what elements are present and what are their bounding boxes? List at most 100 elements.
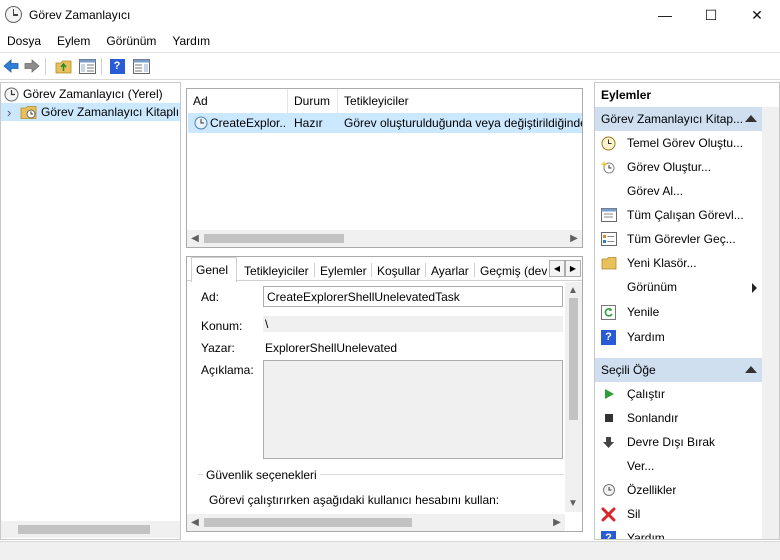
details-tab-strip: Genel Tetikleyiciler Eylemler Koşullar A… bbox=[187, 257, 582, 282]
tree-item-task-scheduler-local[interactable]: Görev Zamanlayıcı (Yerel) bbox=[1, 85, 180, 103]
title-bar: Görev Zamanlayıcı — ☐ ✕ bbox=[0, 0, 780, 30]
action-disable[interactable]: Devre Dışı Bırak bbox=[595, 430, 763, 454]
help-icon[interactable]: ? bbox=[108, 57, 126, 75]
menu-gorunum[interactable]: Görünüm bbox=[98, 34, 164, 48]
scroll-right-arrow-icon[interactable]: ▶ bbox=[550, 515, 564, 530]
name-label: Ad: bbox=[201, 290, 220, 304]
help-glyph: ? bbox=[109, 58, 125, 74]
scrollbar-thumb[interactable] bbox=[18, 525, 150, 534]
tab-general[interactable]: Genel bbox=[191, 257, 237, 282]
menu-bar: Dosya Eylem Görünüm Yardım bbox=[0, 31, 780, 51]
tree-horizontal-scrollbar[interactable] bbox=[1, 521, 180, 538]
status-bar bbox=[0, 541, 780, 560]
task-details-pane: Genel Tetikleyiciler Eylemler Koşullar A… bbox=[186, 256, 583, 532]
menu-eylem[interactable]: Eylem bbox=[49, 34, 98, 48]
table-row[interactable]: CreateExplor... Hazır Görev oluşturulduğ… bbox=[188, 113, 582, 133]
location-label: Konum: bbox=[201, 319, 243, 333]
submenu-arrow-icon bbox=[752, 283, 757, 293]
actions-pane: Eylemler Görev Zamanlayıcı Kitap... Teme… bbox=[594, 82, 780, 540]
actions-section-library[interactable]: Görev Zamanlayıcı Kitap... bbox=[595, 107, 763, 131]
column-header-status[interactable]: Durum bbox=[288, 89, 338, 113]
tab-conditions[interactable]: Koşullar bbox=[373, 260, 424, 281]
actions-vertical-scrollbar[interactable] bbox=[762, 107, 779, 539]
author-label: Yazar: bbox=[201, 341, 235, 355]
back-icon[interactable] bbox=[2, 57, 20, 75]
action-export[interactable]: Ver... bbox=[595, 454, 763, 478]
location-field-background bbox=[263, 316, 563, 332]
action-display-running-tasks[interactable]: Tüm Çalışan Görevl... bbox=[595, 203, 763, 227]
scroll-down-arrow-icon[interactable]: ▼ bbox=[566, 496, 580, 511]
tab-history[interactable]: Geçmiş (devr bbox=[476, 260, 547, 281]
details-horizontal-scrollbar[interactable]: ◀ ▶ bbox=[187, 514, 565, 531]
tab-scroll-left-icon[interactable]: ◀ bbox=[549, 260, 565, 277]
end-icon bbox=[600, 410, 617, 427]
new-folder-icon bbox=[600, 255, 617, 272]
action-create-basic-task[interactable]: Temel Görev Oluştu... bbox=[595, 131, 763, 155]
create-task-icon bbox=[600, 159, 617, 176]
scroll-up-arrow-icon[interactable]: ▲ bbox=[566, 283, 580, 298]
action-help[interactable]: ? Yardım bbox=[595, 325, 763, 349]
properties-icon bbox=[600, 482, 617, 499]
up-folder-icon[interactable] bbox=[54, 57, 72, 75]
task-scheduler-clock-icon bbox=[5, 6, 22, 23]
show-hide-action-pane-icon[interactable] bbox=[132, 57, 150, 75]
scrollbar-thumb[interactable] bbox=[569, 298, 578, 420]
column-header-triggers[interactable]: Tetikleyiciler bbox=[338, 89, 582, 113]
task-history-icon bbox=[600, 231, 617, 248]
scroll-right-arrow-icon[interactable]: ▶ bbox=[567, 231, 581, 246]
collapse-arrow-icon[interactable] bbox=[745, 366, 757, 373]
scroll-left-arrow-icon[interactable]: ◀ bbox=[188, 515, 202, 530]
actions-pane-title: Eylemler bbox=[601, 88, 652, 102]
section-title: Seçili Öğe bbox=[601, 363, 656, 377]
tree-item-task-scheduler-library[interactable]: › Görev Zamanlayıcı Kitaplı bbox=[1, 103, 180, 121]
maximize-button[interactable]: ☐ bbox=[688, 0, 734, 30]
expand-chevron-icon[interactable]: › bbox=[7, 105, 17, 120]
scrollbar-thumb[interactable] bbox=[204, 518, 412, 527]
actions-section-selected-item[interactable]: Seçili Öğe bbox=[595, 358, 763, 382]
scroll-left-arrow-icon[interactable]: ◀ bbox=[188, 231, 202, 246]
action-create-task[interactable]: Görev Oluştur... bbox=[595, 155, 763, 179]
task-triggers-cell: Görev oluşturulduğunda veya değiştirildi… bbox=[344, 116, 582, 130]
description-label: Açıklama: bbox=[201, 363, 254, 377]
minimize-button[interactable]: — bbox=[642, 0, 688, 30]
action-properties[interactable]: Özellikler bbox=[595, 478, 763, 502]
tab-settings[interactable]: Ayarlar bbox=[427, 260, 473, 281]
help-icon: ? bbox=[600, 329, 617, 346]
location-value: \ bbox=[265, 317, 269, 331]
action-run[interactable]: Çalıştır bbox=[595, 382, 763, 406]
action-import-task[interactable]: Görev Al... bbox=[595, 179, 763, 203]
task-name-cell: CreateExplor... bbox=[210, 116, 286, 130]
task-status-cell: Hazır bbox=[294, 116, 323, 130]
run-as-text: Görevi çalıştırırken aşağıdaki kullanıcı… bbox=[209, 493, 500, 507]
action-new-folder[interactable]: Yeni Klasör... bbox=[595, 251, 763, 275]
scrollbar-thumb[interactable] bbox=[204, 234, 344, 243]
clock-icon bbox=[4, 87, 19, 101]
action-help-selected[interactable]: ? Yardım bbox=[595, 526, 763, 539]
security-options-label: Güvenlik seçenekleri bbox=[203, 468, 320, 482]
tab-scroll-right-icon[interactable]: ▶ bbox=[565, 260, 581, 277]
menu-yardim[interactable]: Yardım bbox=[164, 34, 218, 48]
window-title: Görev Zamanlayıcı bbox=[29, 8, 131, 22]
close-button[interactable]: ✕ bbox=[734, 0, 780, 30]
console-tree: Görev Zamanlayıcı (Yerel) › Görev Zamanl… bbox=[0, 82, 181, 540]
tab-actions[interactable]: Eylemler bbox=[316, 260, 371, 281]
run-icon bbox=[600, 386, 617, 403]
forward-icon[interactable] bbox=[23, 57, 41, 75]
collapse-arrow-icon[interactable] bbox=[745, 115, 757, 122]
action-end[interactable]: Sonlandır bbox=[595, 406, 763, 430]
task-list: Ad Durum Tetikleyiciler CreateExplor... … bbox=[186, 88, 583, 248]
show-hide-console-tree-icon[interactable] bbox=[78, 57, 96, 75]
details-vertical-scrollbar[interactable]: ▲ ▼ bbox=[565, 282, 582, 512]
description-field[interactable] bbox=[263, 360, 563, 459]
tab-triggers[interactable]: Tetikleyiciler bbox=[240, 260, 313, 281]
action-enable-task-history[interactable]: Tüm Görevler Geç... bbox=[595, 227, 763, 251]
action-view[interactable]: Görünüm bbox=[595, 275, 763, 299]
column-header-name[interactable]: Ad bbox=[187, 89, 288, 113]
task-list-horizontal-scrollbar[interactable]: ◀ ▶ bbox=[187, 230, 582, 247]
menu-dosya[interactable]: Dosya bbox=[0, 34, 49, 48]
toolbar: ? bbox=[0, 52, 780, 80]
action-delete[interactable]: Sil bbox=[595, 502, 763, 526]
tree-item-label: Görev Zamanlayıcı (Yerel) bbox=[23, 87, 163, 101]
name-field[interactable]: CreateExplorerShellUnelevatedTask bbox=[263, 286, 563, 307]
action-refresh[interactable]: Yenile bbox=[595, 300, 763, 324]
